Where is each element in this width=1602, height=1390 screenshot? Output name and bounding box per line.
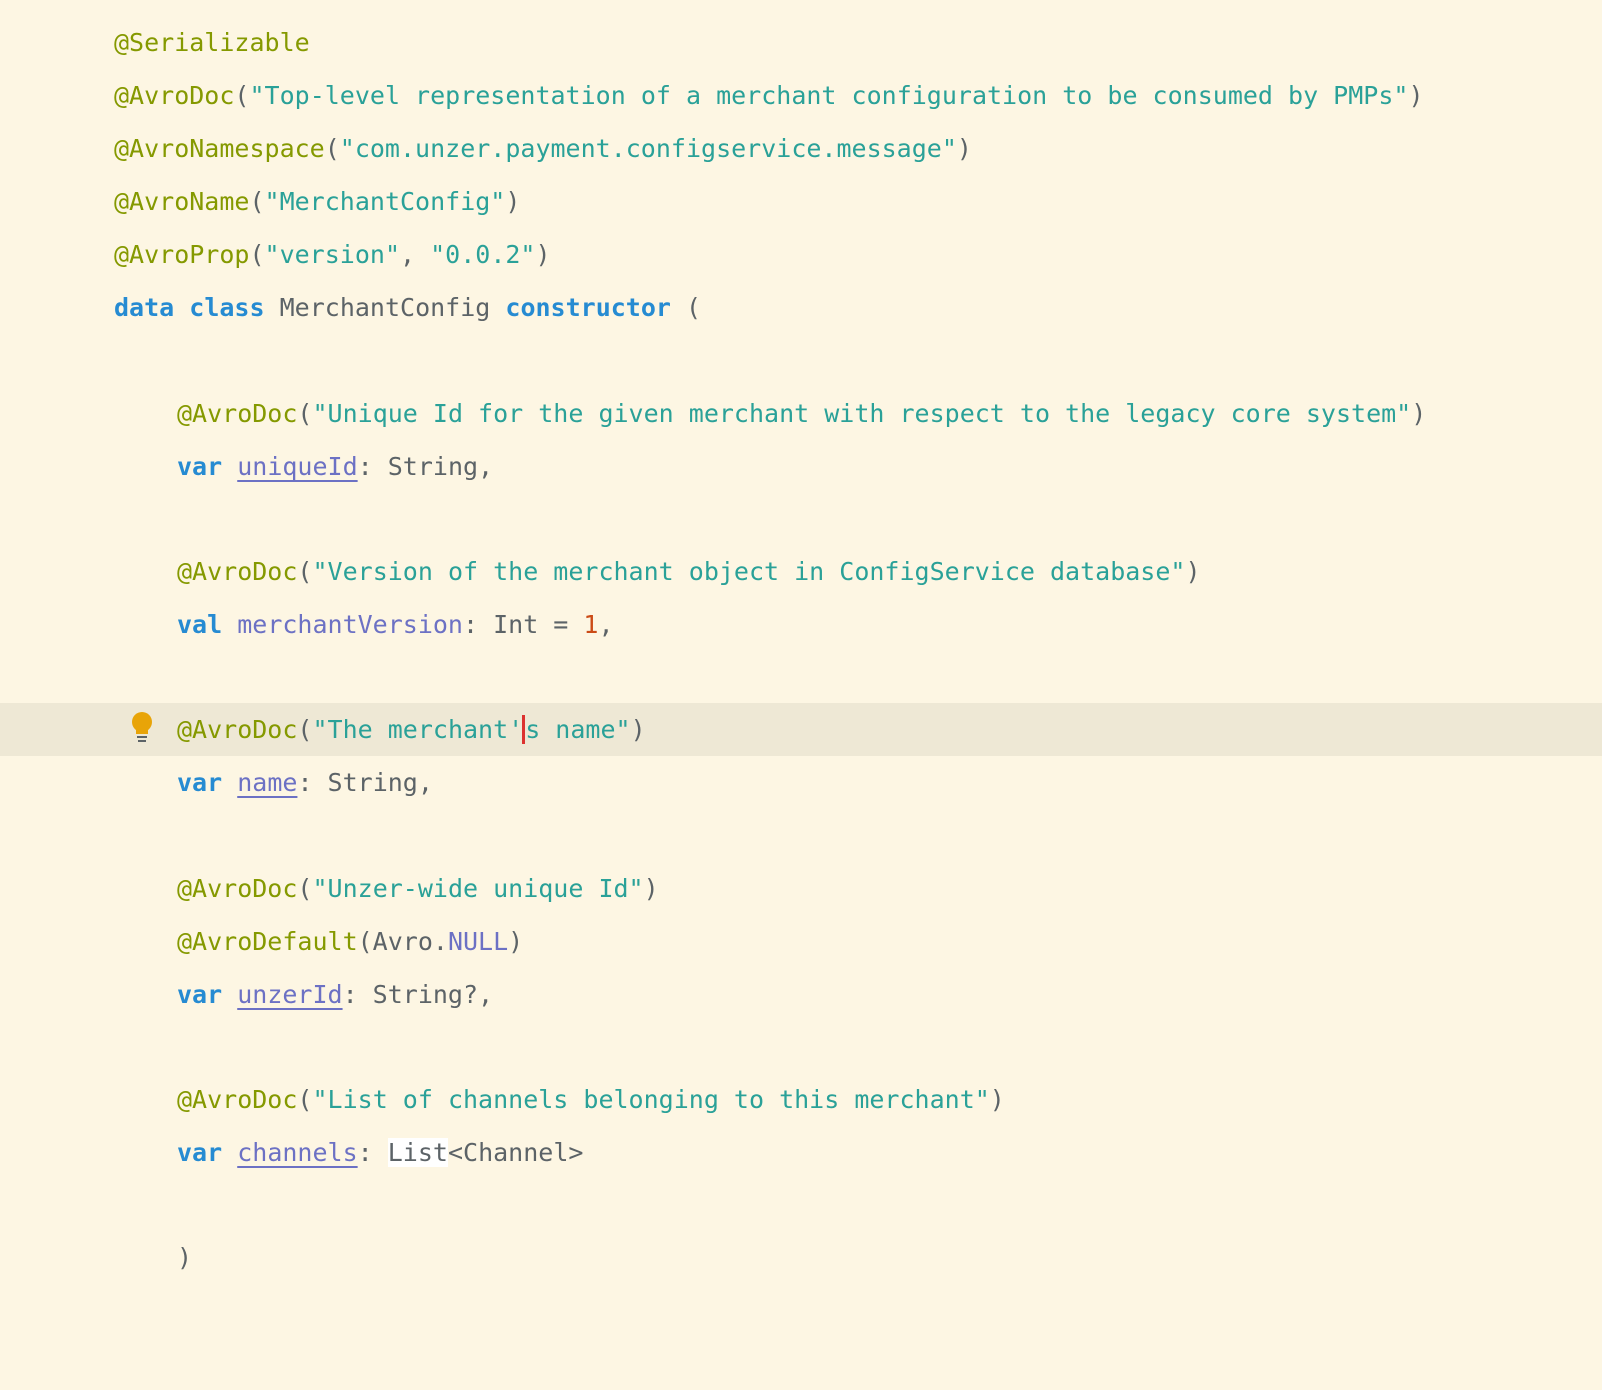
property-name[interactable]: merchantVersion	[237, 610, 463, 639]
string-literal: "0.0.2"	[430, 240, 536, 269]
string-literal: "Top-level representation of a merchant …	[249, 81, 1409, 110]
text-caret: s name"	[522, 715, 631, 744]
code-line[interactable]: )	[0, 1231, 1602, 1284]
annotation: @AvroDefault	[177, 927, 358, 956]
annotation: @AvroDoc	[177, 715, 298, 744]
annotation: @AvroDoc	[177, 1085, 298, 1114]
annotation: @AvroProp	[114, 240, 250, 269]
type-declaration: <Channel>	[447, 1138, 584, 1167]
code-line[interactable]: @AvroDoc("Unzer-wide unique Id")	[0, 862, 1602, 915]
highlighted-type[interactable]: List	[387, 1138, 448, 1167]
code-line[interactable]: @AvroNamespace("com.unzer.payment.config…	[0, 122, 1602, 175]
number-literal: 1	[583, 610, 599, 639]
punctuation: (	[249, 240, 265, 269]
punctuation: )	[535, 240, 551, 269]
punctuation: ,	[598, 610, 614, 639]
annotation: @AvroDoc	[177, 874, 298, 903]
code-line[interactable]: @AvroName("MerchantConfig")	[0, 175, 1602, 228]
string-literal: "Unique Id for the given merchant with r…	[312, 399, 1412, 428]
string-literal: "version"	[264, 240, 400, 269]
punctuation: (	[686, 293, 702, 322]
keyword: var	[177, 768, 223, 797]
punctuation: )	[989, 1085, 1005, 1114]
punctuation: )	[505, 187, 521, 216]
punctuation: )	[1185, 557, 1201, 586]
keyword: data	[114, 293, 175, 322]
code-line[interactable]: @Serializable	[0, 16, 1602, 69]
property-name[interactable]: unzerId	[237, 980, 342, 1009]
annotation: @AvroName	[114, 187, 250, 216]
annotation: @AvroDoc	[114, 81, 235, 110]
punctuation: :	[357, 1138, 388, 1167]
keyword: constructor	[505, 293, 671, 322]
punctuation: ,	[400, 240, 431, 269]
keyword: var	[177, 1138, 223, 1167]
punctuation: )	[508, 927, 524, 956]
punctuation: (	[234, 81, 250, 110]
annotation: @AvroNamespace	[114, 134, 325, 163]
string-literal: "The merchant'	[312, 715, 524, 744]
keyword: class	[189, 293, 265, 322]
string-literal: "Version of the merchant object in Confi…	[312, 557, 1186, 586]
code-line[interactable]: var unzerId: String?,	[0, 968, 1602, 1021]
punctuation: )	[1408, 81, 1424, 110]
property-name[interactable]: channels	[237, 1138, 357, 1167]
punctuation: (	[297, 399, 313, 428]
lightbulb-icon[interactable]	[131, 711, 153, 743]
code-editor[interactable]: @Serializable @AvroDoc("Top-level repres…	[0, 0, 1602, 1322]
punctuation: (	[297, 715, 313, 744]
code-line[interactable]: @AvroDoc("Top-level representation of a …	[0, 69, 1602, 122]
property-name[interactable]: uniqueId	[237, 452, 357, 481]
code-line[interactable]: data class MerchantConfig constructor (	[0, 281, 1602, 334]
type-declaration: : Int =	[463, 610, 584, 639]
code-line[interactable]: var name: String,	[0, 756, 1602, 809]
keyword: var	[177, 980, 223, 1009]
punctuation: (	[297, 1085, 313, 1114]
annotation: @Serializable	[114, 28, 310, 57]
string-literal: "List of channels belonging to this merc…	[312, 1085, 990, 1114]
type-declaration: : String?,	[342, 980, 494, 1009]
annotation: @AvroDoc	[177, 557, 298, 586]
code-line[interactable]: @AvroDefault(Avro.NULL)	[0, 915, 1602, 968]
string-literal: "com.unzer.payment.configservice.message…	[339, 134, 957, 163]
punctuation: (Avro.	[357, 927, 448, 956]
punctuation: (	[297, 557, 313, 586]
punctuation: )	[956, 134, 972, 163]
type-declaration: : String,	[297, 768, 433, 797]
punctuation: (	[249, 187, 265, 216]
code-line[interactable]: val merchantVersion: Int = 1,	[0, 598, 1602, 651]
code-line[interactable]: @AvroDoc("List of channels belonging to …	[0, 1073, 1602, 1126]
punctuation: )	[177, 1243, 193, 1272]
class-name: MerchantConfig	[279, 293, 491, 322]
code-line[interactable]: var channels: List<Channel>	[0, 1126, 1602, 1179]
punctuation: )	[630, 715, 646, 744]
code-line[interactable]: @AvroProp("version", "0.0.2")	[0, 228, 1602, 281]
punctuation: (	[324, 134, 340, 163]
code-line[interactable]: @AvroDoc("Version of the merchant object…	[0, 545, 1602, 598]
annotation: @AvroDoc	[177, 399, 298, 428]
code-line[interactable]: var uniqueId: String,	[0, 440, 1602, 493]
type-declaration: : String,	[357, 452, 494, 481]
constant: NULL	[447, 927, 509, 956]
current-code-line[interactable]: @AvroDoc("The merchant's name")	[0, 703, 1602, 756]
punctuation: (	[297, 874, 313, 903]
property-name[interactable]: name	[237, 768, 297, 797]
keyword: var	[177, 452, 223, 481]
code-line[interactable]: @AvroDoc("Unique Id for the given mercha…	[0, 387, 1602, 440]
punctuation: )	[643, 874, 659, 903]
string-literal: "Unzer-wide unique Id"	[312, 874, 644, 903]
keyword: val	[177, 610, 223, 639]
string-literal: "MerchantConfig"	[264, 187, 506, 216]
punctuation: )	[1411, 399, 1427, 428]
